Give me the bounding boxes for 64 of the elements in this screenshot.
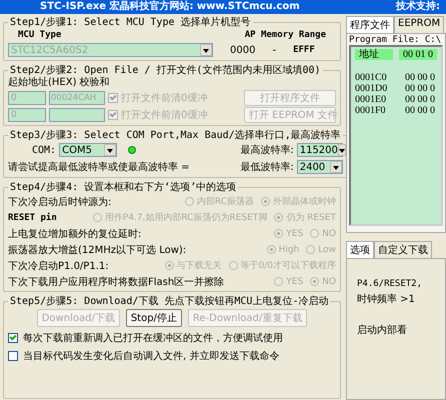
- max-baud-label: 最高波特率:: [240, 144, 294, 157]
- hex-cell-text: 0001E0: [355, 94, 388, 105]
- com-label: COM:: [32, 144, 56, 156]
- memory-range-label: AP Memory Range: [244, 30, 326, 40]
- column-header: 地址: [355, 49, 393, 60]
- file-tab[interactable]: 程序文件: [346, 16, 394, 33]
- radio-label: Low: [318, 244, 336, 254]
- option-label: RESET pin: [8, 212, 57, 222]
- hex-cell: 00 00 0: [405, 105, 435, 116]
- hex-cell-text: 0001F0: [355, 105, 387, 116]
- group-legend: Step5/步骤5: Download/下载 先点下载按钮再MCU上电复位-冷启动: [8, 294, 330, 308]
- options-tab[interactable]: 自定义下载: [374, 241, 432, 258]
- radio-label: 等于0/0才可以下载程序: [240, 260, 336, 272]
- baud-hint: 请尝试提高最低波特率或使最高波特率 =: [8, 160, 190, 174]
- radio-label: 外部晶体或时钟: [273, 196, 336, 208]
- column-header: 00 01 0: [399, 49, 437, 60]
- option-label: 振荡器放大增益(12MHz以下可选 Low):: [8, 244, 186, 256]
- window-title-right: 技术支持:: [396, 0, 440, 14]
- program-file-path: Program File: C:\: [349, 35, 442, 45]
- window-title: STC-ISP.exe 宏晶科技官方网站: www.STCmcu.com: [40, 0, 300, 14]
- checkbox-label: 打开文件前清0缓冲: [121, 92, 208, 105]
- radio-label: 内部RC振荡器: [196, 196, 254, 208]
- radio-label: NO: [322, 276, 336, 286]
- max-baud-dropdown[interactable]: 115200: [296, 143, 343, 157]
- group-legend: Step2/步骤2: Open File / 打开文件(文件范围内未用区域填00): [8, 63, 323, 77]
- option-label: 下次冷启动后时钟源为:: [8, 196, 112, 208]
- option-text: 启动内部看: [357, 324, 408, 337]
- hex-cell: 00 00 0: [405, 94, 435, 105]
- group-legend: Step4/步骤4: 设置本框和右下方‘选项’中的选项: [8, 180, 238, 194]
- group-legend: Step1/步骤1: Select MCU Type 选择单片机型号: [8, 15, 253, 29]
- column-header: 起始地址(HEX) 校验和: [8, 77, 111, 89]
- options-tab[interactable]: 选项: [346, 241, 374, 258]
- min-baud-label: 最低波特率:: [240, 160, 294, 174]
- download-control-button[interactable]: Stop/停止: [126, 309, 182, 327]
- file-tab[interactable]: EEPROM: [394, 16, 444, 33]
- option-text: 时钟频率 >1: [357, 292, 416, 306]
- hex-cell-text: 0001C0: [355, 72, 388, 83]
- option-text: P4.6/RESET2,: [357, 279, 424, 289]
- option-label: 下次下载用户应用程序时将数据Flash区一并擦除: [8, 276, 224, 288]
- range-start: 0000: [230, 44, 256, 56]
- radio-label: YES: [286, 276, 304, 286]
- checkbox-label: 每次下载前重新调入已打开在缓冲区的文件，方便调试使用: [23, 332, 283, 344]
- checkbox-label: 当目标代码发生变化后自动调入文件, 并立即发送下载命令: [23, 350, 280, 362]
- radio-label: 用作P4.7,如用内部RC振荡仍为RESET脚: [104, 212, 268, 224]
- radio-label: High: [278, 244, 300, 254]
- radio-label: 与下载无关: [176, 260, 222, 272]
- mcu-type-label: MCU Type: [18, 30, 62, 40]
- min-baud-dropdown[interactable]: 2400: [296, 160, 343, 174]
- range-separator: -: [272, 44, 276, 56]
- hex-cell: 00 00 0: [405, 72, 435, 83]
- com-port-dropdown[interactable]: COM5: [59, 143, 118, 157]
- hex-cell: 00 00 0: [405, 83, 435, 94]
- option-label: 下次冷启动P1.0/P1.1:: [8, 260, 109, 272]
- checkbox[interactable]: [8, 350, 18, 360]
- checksum-field[interactable]: [49, 108, 105, 122]
- group-legend: Step3/步骤3: Select COM Port,Max Baud/选择串行口,最高波特率: [8, 128, 343, 142]
- checkbox[interactable]: [8, 332, 18, 342]
- radio-label: 仍为 RESET: [286, 212, 336, 224]
- hex-cell-text: 0001D0: [355, 83, 388, 94]
- checkbox-label: 打开文件前清0缓冲: [121, 108, 208, 122]
- range-end: EFFF: [293, 45, 315, 55]
- radio-label: NO: [322, 228, 336, 238]
- option-label: 上电复位增加额外的复位延时:: [8, 228, 142, 240]
- radio-label: YES: [286, 228, 304, 238]
